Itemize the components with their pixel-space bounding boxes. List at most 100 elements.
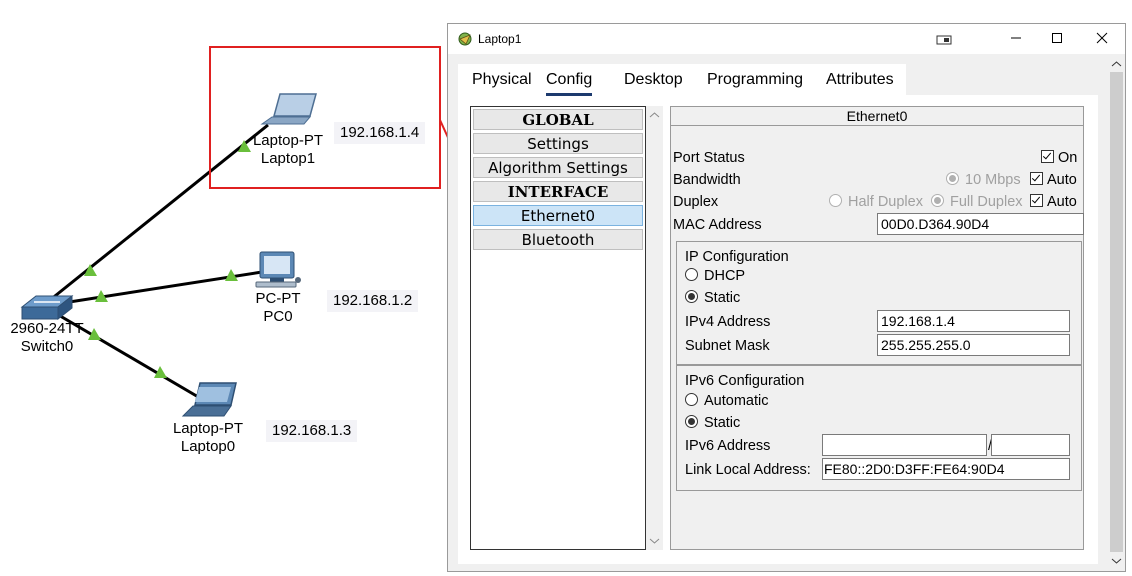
device-type-label: Laptop-PT	[252, 132, 324, 149]
pc0-ip-label: 192.168.1.2	[327, 290, 419, 312]
minimize-button[interactable]	[993, 24, 1039, 54]
window-title: Laptop1	[478, 32, 522, 46]
tabstrip-background	[906, 64, 1098, 95]
checkbox-checked-icon	[1030, 194, 1043, 207]
link-local-address-field[interactable]: FE80::2D0:D3FF:FE64:90D4	[822, 458, 1070, 480]
packet-tracer-app-icon	[458, 32, 472, 46]
tab-physical[interactable]: Physical	[472, 67, 532, 93]
radio-selected-icon	[685, 415, 698, 428]
auto-label: Auto	[1047, 194, 1077, 210]
scrollbar-thumb[interactable]	[1110, 72, 1123, 552]
checkbox-checked-icon	[1030, 172, 1043, 185]
nav-header-global: GLOBAL	[473, 109, 643, 130]
half-duplex-label: Half Duplex	[848, 194, 923, 210]
pc0-device-icon[interactable]	[255, 251, 301, 288]
ip-config-title: IP Configuration	[685, 249, 789, 265]
device-config-window: Laptop1 Physical Config Desktop Programm…	[447, 23, 1126, 572]
radio-empty-icon	[685, 268, 698, 281]
automatic-label: Automatic	[704, 393, 769, 409]
dhcp-radio[interactable]: DHCP	[685, 268, 745, 284]
port-on-label: On	[1058, 150, 1078, 166]
radio-empty-icon	[829, 194, 842, 207]
window-scrollbar[interactable]	[1108, 54, 1125, 571]
maximize-button[interactable]	[1034, 24, 1080, 54]
bandwidth-auto-checkbox[interactable]: Auto	[1030, 172, 1077, 188]
ipv4-address-field[interactable]: 192.168.1.4	[877, 310, 1070, 332]
link-switch-laptop1[interactable]	[49, 123, 269, 302]
laptop0-device-icon[interactable]	[181, 382, 237, 417]
nav-item-bluetooth[interactable]: Bluetooth	[473, 229, 643, 250]
close-button[interactable]	[1079, 24, 1125, 54]
laptop1-device-icon[interactable]	[260, 93, 317, 125]
laptop1-ip-label: 192.168.1.4	[334, 122, 426, 144]
ipv6-static-label: Static	[704, 415, 741, 431]
interface-settings-panel: Ethernet0 Port Status On Bandwidth 10 Mb…	[670, 106, 1084, 550]
close-icon	[1096, 32, 1108, 44]
pin-icon	[936, 35, 952, 45]
duplex-auto-checkbox[interactable]: Auto	[1030, 194, 1077, 210]
ipv6-configuration-group: IPv6 Configuration Automatic Static IPv6…	[676, 365, 1082, 491]
link-local-address-label: Link Local Address:	[685, 462, 811, 478]
bandwidth-option-label: 10 Mbps	[965, 172, 1021, 188]
full-duplex-radio[interactable]: Full Duplex	[931, 194, 1023, 210]
pin-button[interactable]	[921, 24, 967, 54]
laptop0-ip-label: 192.168.1.3	[266, 420, 358, 442]
device-name-label: Laptop1	[260, 150, 316, 167]
device-name-label: Laptop0	[180, 438, 236, 455]
scroll-down-icon[interactable]	[646, 534, 663, 548]
scroll-up-icon[interactable]	[1108, 57, 1125, 71]
config-nav-panel: GLOBAL Settings Algorithm Settings INTER…	[470, 106, 646, 550]
scroll-down-icon[interactable]	[1108, 554, 1125, 568]
ip-configuration-group: IP Configuration DHCP Static IPv4 Addres…	[676, 241, 1082, 365]
nav-item-settings[interactable]: Settings	[473, 133, 643, 154]
ipv6-static-radio[interactable]: Static	[685, 415, 740, 431]
pc0-label: PC-PT PC0	[238, 290, 318, 326]
device-name-label: PC0	[263, 308, 293, 325]
auto-label: Auto	[1047, 172, 1077, 188]
device-type-label: 2960-24TT	[10, 320, 84, 337]
port-status-label: Port Status	[673, 150, 745, 166]
tab-config[interactable]: Config	[546, 67, 593, 96]
laptop1-label: Laptop-PT Laptop1	[248, 132, 328, 168]
minimize-icon	[1011, 37, 1021, 39]
half-duplex-radio[interactable]: Half Duplex	[829, 194, 923, 210]
nav-item-ethernet0[interactable]: Ethernet0	[473, 205, 643, 226]
tab-attributes[interactable]: Attributes	[826, 67, 894, 93]
scroll-up-icon[interactable]	[646, 108, 663, 122]
checkbox-checked-icon	[1041, 150, 1054, 163]
radio-selected-icon	[931, 194, 944, 207]
static-radio[interactable]: Static	[685, 290, 740, 306]
bandwidth-10mbps-radio[interactable]: 10 Mbps	[946, 172, 1021, 188]
window-content: Physical Config Desktop Programming Attr…	[458, 64, 1098, 564]
nav-item-algorithm-settings[interactable]: Algorithm Settings	[473, 157, 643, 178]
ipv6-config-title: IPv6 Configuration	[685, 373, 805, 389]
nav-panel-scrollbar[interactable]	[646, 106, 663, 550]
tab-programming[interactable]: Programming	[707, 67, 803, 93]
radio-selected-icon	[685, 290, 698, 303]
ipv4-address-label: IPv4 Address	[685, 314, 771, 330]
ipv6-automatic-radio[interactable]: Automatic	[685, 393, 768, 409]
static-label: Static	[704, 290, 741, 306]
tab-desktop[interactable]: Desktop	[624, 67, 683, 93]
laptop0-label: Laptop-PT Laptop0	[168, 420, 248, 456]
maximize-icon	[1052, 33, 1062, 43]
bandwidth-label: Bandwidth	[673, 172, 741, 188]
subnet-mask-label: Subnet Mask	[685, 338, 770, 354]
ipv6-address-field[interactable]	[822, 434, 987, 456]
duplex-label: Duplex	[673, 194, 719, 210]
device-type-label: PC-PT	[255, 290, 301, 307]
ipv6-prefix-field[interactable]	[991, 434, 1070, 456]
full-duplex-label: Full Duplex	[950, 194, 1023, 210]
device-type-label: Laptop-PT	[172, 420, 244, 437]
switch0-device-icon[interactable]	[20, 294, 74, 321]
subnet-mask-field[interactable]: 255.255.255.0	[877, 334, 1070, 356]
window-titlebar[interactable]: Laptop1	[448, 24, 1125, 54]
port-status-on-checkbox[interactable]: On	[1041, 150, 1077, 166]
mac-address-field[interactable]: 00D0.D364.90D4	[877, 213, 1084, 235]
ipv6-address-label: IPv6 Address	[685, 438, 771, 454]
nav-header-interface: INTERFACE	[473, 181, 643, 202]
radio-selected-icon	[946, 172, 959, 185]
interface-title: Ethernet0	[671, 107, 1083, 126]
radio-empty-icon	[685, 393, 698, 406]
device-name-label: Switch0	[20, 338, 74, 355]
